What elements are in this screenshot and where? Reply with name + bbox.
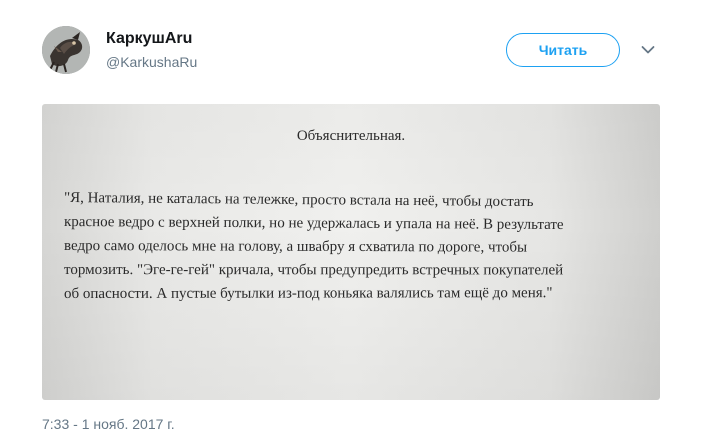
document-line: об опасности. А пустые бутылки из-под ко…	[63, 285, 553, 302]
author-block[interactable]: КаркушAru @KarkushaRu	[106, 30, 197, 70]
document-title: Объяснительная.	[296, 128, 406, 144]
document-line: ведро само оделось мне на голову, а шваб…	[63, 238, 528, 256]
tweet-photo[interactable]: Объяснительная. "Я, Наталия, не каталась…	[42, 104, 660, 400]
document-line: тормозить. "Эге-ге-гей" кричала, чтобы п…	[63, 262, 564, 279]
chevron-down-icon	[641, 46, 655, 54]
display-name[interactable]: КаркушAru	[106, 30, 197, 48]
avatar[interactable]	[42, 26, 90, 74]
tweet-card: КаркушAru @KarkushaRu Читать Объяснитель…	[0, 0, 702, 442]
document-body: "Я, Наталия, не каталась на тележке, про…	[64, 186, 654, 306]
user-handle[interactable]: @KarkushaRu	[106, 54, 197, 70]
avatar-image	[42, 26, 90, 74]
tweet-timestamp[interactable]: 7:33 - 1 нояб. 2017 г.	[42, 416, 175, 432]
follow-button[interactable]: Читать	[506, 33, 620, 67]
more-options-button[interactable]	[638, 40, 658, 60]
